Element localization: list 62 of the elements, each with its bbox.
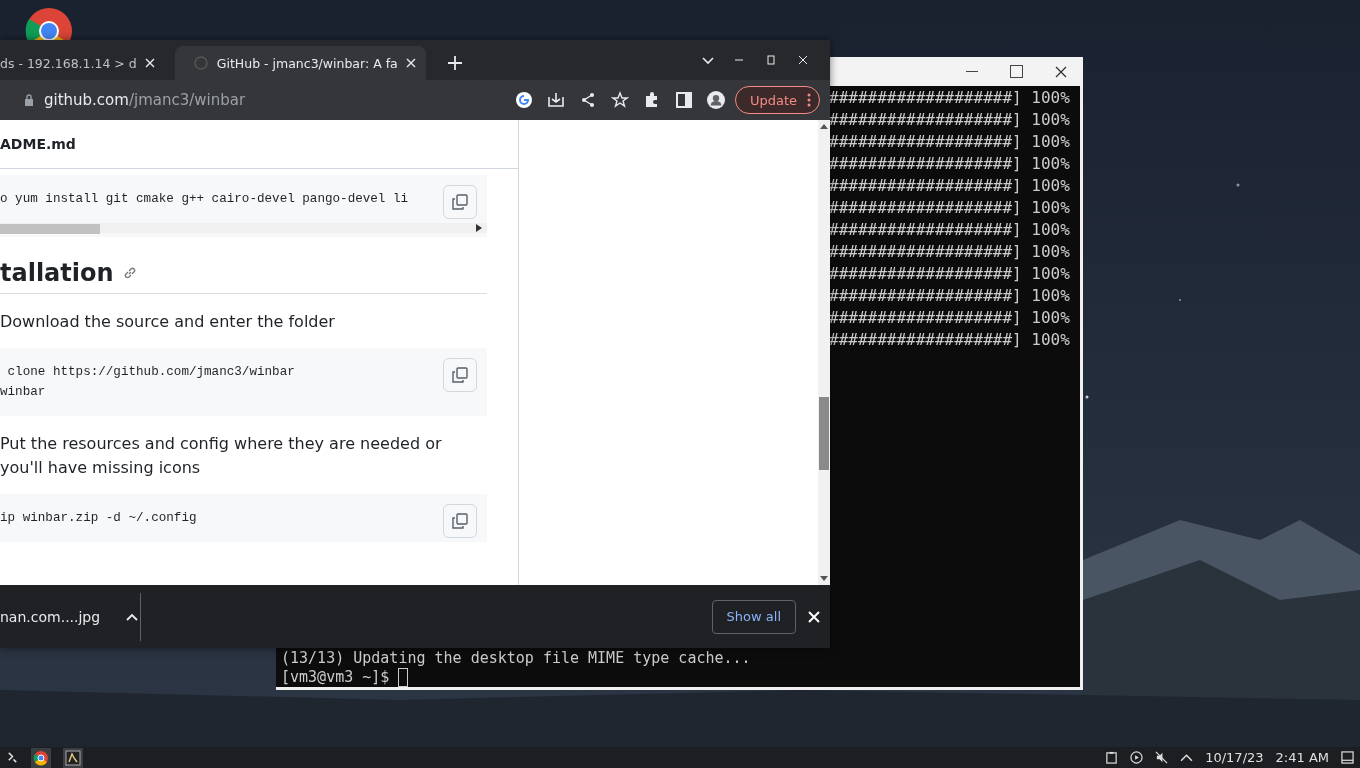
horizontal-scrollbar[interactable] (0, 223, 487, 233)
paragraph: Put the resources and config where they are needed or you'll have missing icons (0, 433, 443, 479)
terminal-line: [vm3@vm3 ~]$ (281, 668, 391, 687)
time-text[interactable]: 2:41 AM (1275, 750, 1329, 765)
terminal-line: ###################] 100% (829, 87, 1071, 109)
terminal-line: ###################] 100% (829, 307, 1071, 329)
new-tab-icon[interactable] (447, 56, 462, 70)
text-cursor (398, 668, 409, 687)
scroll-up-icon[interactable] (820, 124, 828, 129)
code-line: clone https://github.com/jmanc3/winbar (6, 364, 296, 381)
lock-icon (24, 94, 34, 106)
terminal-line: ###################] 100% (829, 131, 1071, 153)
code-line: winbar (0, 384, 47, 401)
scroll-thumb[interactable] (819, 397, 829, 470)
file-title: ADME.md (0, 136, 76, 152)
chrome-icon[interactable] (31, 747, 51, 768)
terminal-line: ###################] 100% (829, 219, 1071, 241)
copy-button[interactable] (443, 358, 477, 392)
scroll-right-icon[interactable] (476, 224, 482, 232)
terminal-line: (13/13) Updating the desktop file MIME type cache... (281, 649, 751, 668)
media-play-icon[interactable] (1130, 751, 1144, 764)
paragraph: Download the source and enter the folder (0, 311, 336, 333)
caret-up-icon[interactable] (126, 612, 139, 621)
terminal-line: ###################] 100% (829, 263, 1071, 285)
terminal-line: ###################] 100% (829, 329, 1071, 351)
browser-tab[interactable]: ds - 192.168.1.14 > d (0, 46, 165, 80)
terminal-line: ###################] 100% (829, 109, 1071, 131)
launcher-icon[interactable] (6, 751, 19, 764)
caret-up-icon[interactable] (1180, 751, 1194, 764)
copy-button[interactable] (443, 185, 477, 219)
terminal-line: ###################] 100% (829, 285, 1071, 307)
more-icon[interactable] (807, 93, 811, 107)
vertical-scrollbar[interactable] (818, 120, 830, 585)
terminal-line: ###################] 100% (829, 197, 1071, 219)
download-item[interactable]: nan.com....jpg (0, 592, 141, 641)
terminal-line: ###################] 100% (829, 241, 1071, 263)
code-line: ip winbar.zip -d ~/.config (0, 510, 198, 527)
scroll-thumb[interactable] (0, 224, 100, 234)
section-heading: tallation (0, 259, 114, 287)
terminal-line: ###################] 100% (829, 175, 1071, 197)
scroll-down-icon[interactable] (820, 576, 828, 581)
maximize-icon[interactable] (1010, 65, 1023, 78)
close-icon[interactable] (1055, 65, 1067, 78)
show-all-button[interactable]: Show all (711, 599, 796, 634)
code-line: o yum install git cmake g++ cairo-devel pango-devel li (0, 191, 410, 208)
loading-icon (192, 55, 209, 71)
side-panel-icon[interactable] (674, 91, 693, 109)
terminal-app-icon[interactable] (63, 747, 83, 768)
chevron-down-icon[interactable] (702, 57, 714, 65)
profile-icon[interactable] (706, 91, 725, 109)
update-button[interactable]: Update (734, 86, 820, 114)
muted-speaker-icon[interactable] (1155, 751, 1169, 764)
install-icon[interactable] (546, 91, 565, 109)
show-desktop-icon[interactable] (1341, 751, 1354, 764)
google-icon[interactable] (514, 91, 533, 109)
date-text[interactable]: 10/17/23 (1205, 750, 1264, 765)
terminal-line: ###################] 100% (829, 153, 1071, 175)
star-icon[interactable] (610, 91, 629, 109)
copy-button[interactable] (443, 504, 477, 538)
browser-tab[interactable]: GitHub - jmanc3/winbar: A fa (174, 46, 426, 80)
address-bar[interactable]: github.com/jmanc3/winbar (0, 91, 246, 109)
clipboard-icon[interactable] (1105, 751, 1119, 764)
